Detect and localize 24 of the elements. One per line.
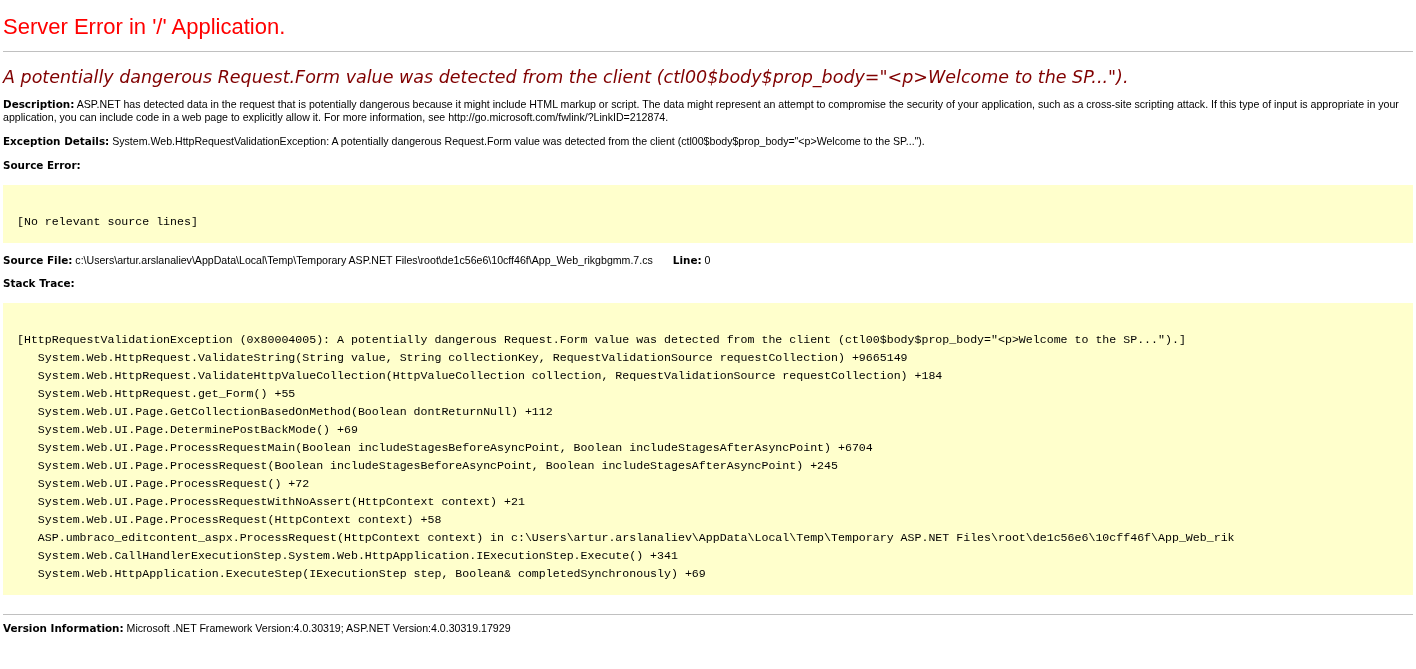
line-number: Line: 0 <box>672 254 711 266</box>
code-line: System.Web.UI.Page.ProcessRequestMain(Boolean includeStagesBeforeAsyncPoint, Boolean includeStagesAfterAsyncPoint) +6704 <box>36 440 873 456</box>
code-line: System.Web.HttpRequest.ValidateString(String value, String collectionKey, RequestValidationSource requestCollection) +9665149 <box>36 350 908 366</box>
code-line: System.Web.UI.Page.ProcessRequestWithNoAssert(HttpContext context) +21 <box>36 494 525 510</box>
code-line: System.Web.UI.Page.ProcessRequest() +72 <box>36 476 310 492</box>
section-label: Source Error: <box>3 159 81 171</box>
error-paragraph: Description: ASP.NET has detected data in the request that is potentially dangerous because it might include HTML markup or script. The data might represent an attempt to compromise the security of your application, such as a cross-site scripting attack. If this type of input is appropriate in your application, you can include code in a web page to explicitly allow it. For more information, see http://go.microsoft.com/fwlink/?LinkID=212874. <box>3 98 1400 124</box>
code-line: System.Web.HttpApplication.ExecuteStep(IExecutionStep step, Boolean& completedSynchronously) +69 <box>36 566 706 582</box>
source-file-path: Source File: c:\Users\artur.arslanaliev\AppData\Local\Temp\Temporary ASP.NET Files\root\de1c56e6\10cff46f\App_Web_rikgbgmm.7.cs <box>3 254 653 266</box>
code-line: [HttpRequestValidationException (0x80004005): A potentially dangerous Request.Form value was detected from the client (ctl00$body$prop_body="<p>Welcome to the SP...").] <box>17 332 1186 348</box>
code-line: [No relevant source lines] <box>17 214 198 230</box>
code-line: System.Web.CallHandlerExecutionStep.System.Web.HttpApplication.IExecutionStep.Execute() +341 <box>36 548 678 564</box>
code-line: System.Web.UI.Page.ProcessRequest(HttpContext context) +58 <box>36 512 442 528</box>
section-label: Stack Trace: <box>3 277 75 289</box>
code-line: System.Web.HttpRequest.get_Form() +55 <box>36 386 296 402</box>
code-line: System.Web.UI.Page.ProcessRequest(Boolean includeStagesBeforeAsyncPoint, Boolean includeStagesAfterAsyncPoint) +245 <box>36 458 838 474</box>
code-line: System.Web.UI.Page.GetCollectionBasedOnMethod(Boolean dontReturnNull) +112 <box>36 404 553 420</box>
page-title: Server Error in '/' Application. <box>3 14 286 40</box>
error-paragraph: Exception Details: System.Web.HttpRequestValidationException: A potentially dangerous Request.Form value was detected from the client (ctl00$body$prop_body="<p>Welcome to the SP..."). <box>3 135 926 148</box>
error-heading: A potentially dangerous Request.Form value was detected from the client (ctl00$body$prop_body="<p>Welcome to the SP..."). <box>3 67 1129 87</box>
code-line: ASP.umbraco_editcontent_aspx.ProcessRequest(HttpContext context) in c:\Users\artur.arslanaliev\AppData\Local\Temp\Temporary ASP.NET Files\root\de1c56e6\10cff46f\App_Web_rik <box>36 530 1235 546</box>
code-line: System.Web.HttpRequest.ValidateHttpValueCollection(HttpValueCollection collection, RequestValidationSource requestCollection) +184 <box>36 368 943 384</box>
code-line: System.Web.UI.Page.DeterminePostBackMode() +69 <box>36 422 358 438</box>
version-information: Version Information: Microsoft .NET Framework Version:4.0.30319; ASP.NET Version:4.0.30319.17929 <box>3 622 512 635</box>
